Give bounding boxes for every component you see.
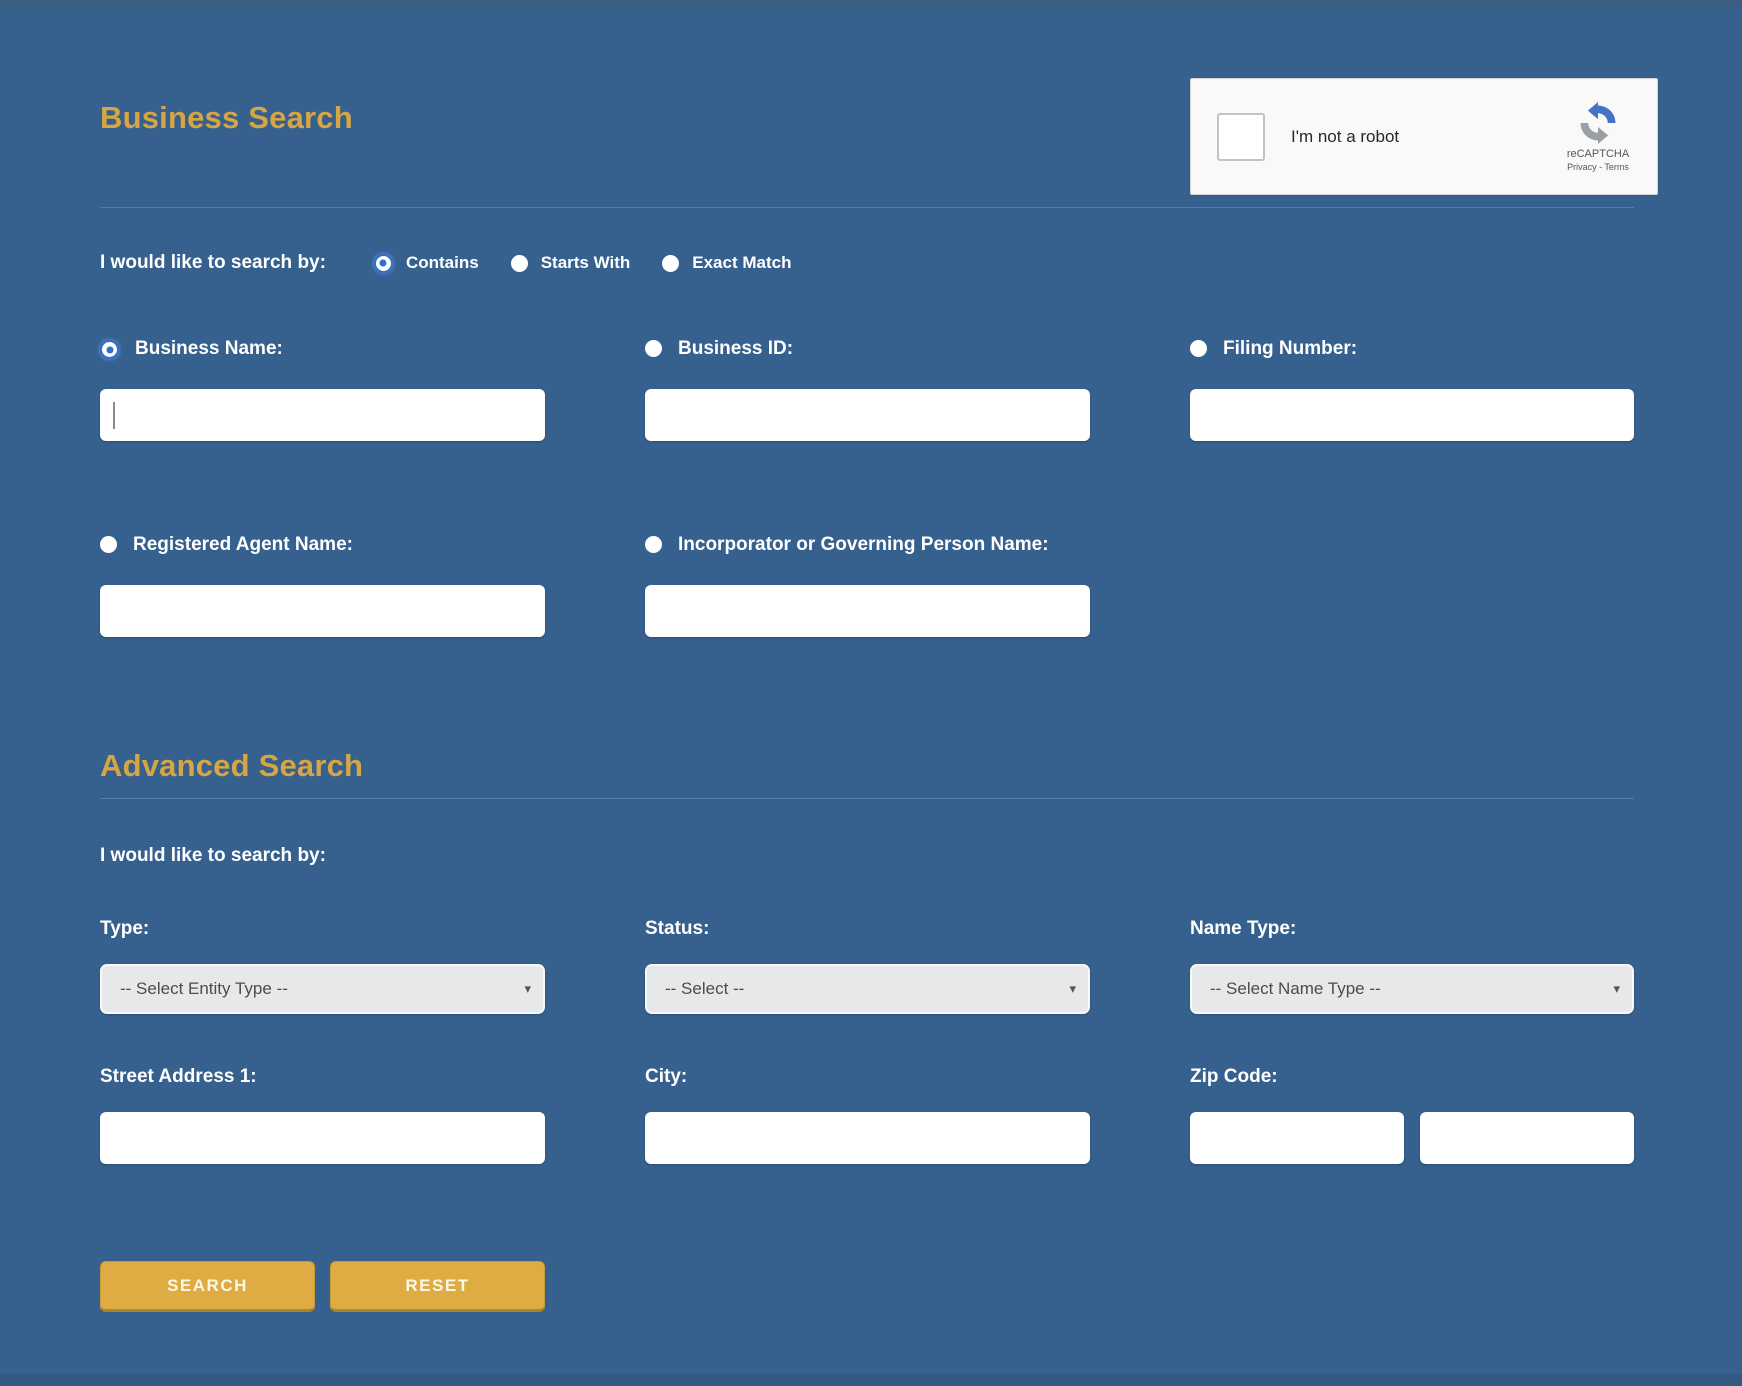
filing-number-label: Filing Number:: [1223, 335, 1357, 363]
recaptcha-label: I'm not a robot: [1291, 127, 1399, 147]
zip-code-label: Zip Code:: [1190, 1063, 1634, 1091]
radio-registered-agent[interactable]: Registered Agent Name:: [100, 531, 545, 559]
advanced-search-title: Advanced Search: [100, 748, 363, 784]
business-search-title: Business Search: [100, 100, 353, 136]
radio-unselected-icon: [511, 255, 528, 272]
section-divider: [100, 207, 1634, 208]
business-name-input[interactable]: [100, 389, 545, 441]
incorporator-input[interactable]: [645, 585, 1090, 637]
entity-type-label: Type:: [100, 915, 545, 943]
recaptcha-logo-icon: [1577, 102, 1619, 144]
secondary-fields-row: Registered Agent Name: Incorporator or G…: [100, 531, 1634, 637]
recaptcha-brand: reCAPTCHA: [1567, 148, 1629, 160]
business-name-label: Business Name:: [135, 335, 283, 363]
radio-selected-icon: [100, 340, 119, 359]
filing-number-field: Filing Number:: [1190, 335, 1634, 441]
radio-unselected-icon: [1190, 340, 1207, 357]
advanced-selects-row: Type: -- Select Entity Type -- ▾ Status:…: [100, 915, 1634, 1014]
radio-contains[interactable]: Contains: [374, 253, 479, 273]
zip-code-field: Zip Code:: [1190, 1063, 1634, 1164]
top-edge-strip: [0, 0, 1742, 8]
radio-unselected-icon: [645, 340, 662, 357]
city-input[interactable]: [645, 1112, 1090, 1164]
business-id-input[interactable]: [645, 389, 1090, 441]
text-cursor: [113, 402, 115, 429]
entity-type-select-value: -- Select Entity Type --: [120, 979, 288, 999]
radio-exact-match-label: Exact Match: [692, 253, 791, 273]
bottom-edge-strip: [0, 1374, 1742, 1386]
entity-type-select[interactable]: -- Select Entity Type -- ▾: [100, 964, 545, 1014]
radio-filing-number[interactable]: Filing Number:: [1190, 335, 1634, 363]
filing-number-input[interactable]: [1190, 389, 1634, 441]
empty-cell: [1190, 531, 1634, 637]
registered-agent-input[interactable]: [100, 585, 545, 637]
radio-unselected-icon: [100, 536, 117, 553]
advanced-address-row: Street Address 1: City: Zip Code:: [100, 1063, 1634, 1164]
radio-exact-match[interactable]: Exact Match: [662, 253, 791, 273]
match-type-row: I would like to search by: Contains Star…: [100, 252, 823, 274]
radio-business-name[interactable]: Business Name:: [100, 335, 545, 363]
street-address-label: Street Address 1:: [100, 1063, 545, 1091]
chevron-down-icon: ▾: [1613, 981, 1620, 997]
name-type-select-value: -- Select Name Type --: [1210, 979, 1381, 999]
status-field: Status: -- Select -- ▾: [645, 915, 1090, 1014]
status-label: Status:: [645, 915, 1090, 943]
advanced-search-by-label: I would like to search by:: [100, 845, 326, 867]
business-id-field: Business ID:: [645, 335, 1090, 441]
search-by-label: I would like to search by:: [100, 252, 326, 274]
radio-unselected-icon: [645, 536, 662, 553]
incorporator-label: Incorporator or Governing Person Name:: [678, 531, 1049, 559]
registered-agent-label: Registered Agent Name:: [133, 531, 353, 559]
reset-button[interactable]: RESET: [330, 1261, 545, 1312]
street-address-input[interactable]: [100, 1112, 545, 1164]
registered-agent-field: Registered Agent Name:: [100, 531, 545, 637]
entity-type-field: Type: -- Select Entity Type -- ▾: [100, 915, 545, 1014]
zip-code-input[interactable]: [1190, 1112, 1404, 1164]
chevron-down-icon: ▾: [524, 981, 531, 997]
name-type-label: Name Type:: [1190, 915, 1634, 943]
search-button[interactable]: SEARCH: [100, 1261, 315, 1312]
status-select-value: -- Select --: [665, 979, 744, 999]
radio-incorporator[interactable]: Incorporator or Governing Person Name:: [645, 531, 1090, 559]
form-actions: SEARCH RESET: [100, 1261, 545, 1312]
privacy-terms-links[interactable]: Privacy - Terms: [1567, 162, 1629, 172]
radio-starts-with-label: Starts With: [541, 253, 631, 273]
business-id-label: Business ID:: [678, 335, 793, 363]
recaptcha-branding: reCAPTCHA Privacy - Terms: [1555, 102, 1641, 172]
recaptcha-widget: I'm not a robot reCAPTCHA Privacy - Term…: [1190, 78, 1658, 195]
radio-business-id[interactable]: Business ID:: [645, 335, 1090, 363]
radio-contains-label: Contains: [406, 253, 479, 273]
section-divider: [100, 798, 1634, 799]
city-label: City:: [645, 1063, 1090, 1091]
name-type-field: Name Type: -- Select Name Type -- ▾: [1190, 915, 1634, 1014]
name-type-select[interactable]: -- Select Name Type -- ▾: [1190, 964, 1634, 1014]
street-address-field: Street Address 1:: [100, 1063, 545, 1164]
business-name-field: Business Name:: [100, 335, 545, 441]
status-select[interactable]: -- Select -- ▾: [645, 964, 1090, 1014]
incorporator-field: Incorporator or Governing Person Name:: [645, 531, 1090, 637]
zip-code-plus4-input[interactable]: [1420, 1112, 1634, 1164]
recaptcha-checkbox[interactable]: [1217, 113, 1265, 161]
radio-unselected-icon: [662, 255, 679, 272]
chevron-down-icon: ▾: [1069, 981, 1076, 997]
radio-starts-with[interactable]: Starts With: [511, 253, 631, 273]
city-field: City:: [645, 1063, 1090, 1164]
primary-fields-row: Business Name: Business ID: Filing Numbe…: [100, 335, 1634, 441]
radio-selected-icon: [374, 254, 393, 273]
